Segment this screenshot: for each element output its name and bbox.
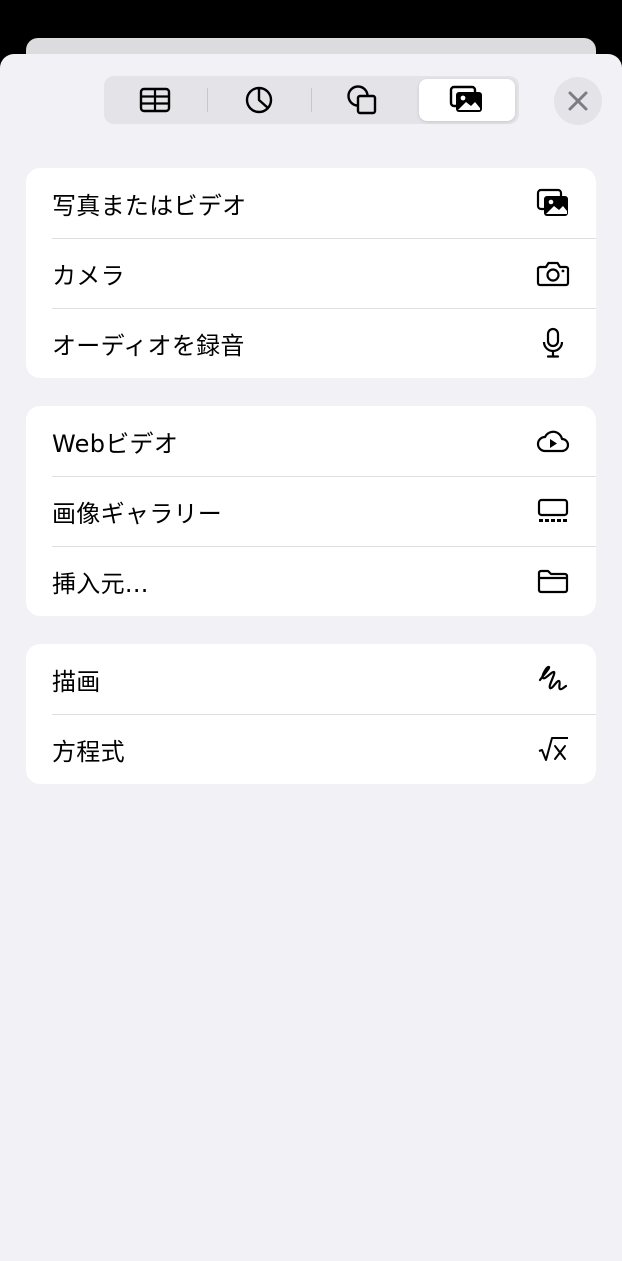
photo-or-video-item[interactable]: 写真またはビデオ [26,168,596,238]
segment-media[interactable] [419,79,515,121]
camera-item[interactable]: カメラ [26,238,596,308]
drawing-label: 描画 [52,667,101,696]
drawing-group: 描画 方程式 [26,644,596,784]
equation-label: 方程式 [52,737,125,766]
insert-sheet: 写真またはビデオ カメラ オーディオを録音 Webビデオ 画像ギャラリー 挿入元… [0,54,622,1261]
image-gallery-item[interactable]: 画像ギャラリー [26,476,596,546]
folder-icon [536,564,570,598]
insert-from-item[interactable]: 挿入元... [26,546,596,616]
segment-shape[interactable] [315,79,411,121]
cloud-play-icon [536,424,570,458]
gallery-icon [536,494,570,528]
camera-label: カメラ [52,261,125,290]
segment-table[interactable] [107,79,203,121]
table-icon [138,86,172,114]
camera-icon [536,256,570,290]
segment-chart[interactable] [211,79,307,121]
close-button[interactable] [554,77,602,125]
web-media-group: Webビデオ 画像ギャラリー 挿入元... [26,406,596,616]
image-gallery-label: 画像ギャラリー [52,499,223,528]
segment-divider [311,88,312,112]
chart-icon [243,84,275,116]
shape-icon [346,84,380,116]
square-root-icon [536,732,570,766]
insert-type-segmented-control [104,76,519,124]
close-icon [567,90,589,112]
web-video-item[interactable]: Webビデオ [26,406,596,476]
equation-item[interactable]: 方程式 [26,714,596,784]
photo-stack-icon [536,186,570,220]
photo-or-video-label: 写真またはビデオ [52,191,247,220]
microphone-icon [536,326,570,360]
record-audio-item[interactable]: オーディオを録音 [26,308,596,378]
insert-from-label: 挿入元... [52,569,149,598]
web-video-label: Webビデオ [52,429,179,458]
record-audio-label: オーディオを録音 [52,331,245,360]
drawing-item[interactable]: 描画 [26,644,596,714]
segment-divider [207,88,208,112]
media-icon [449,85,485,115]
scribble-icon [536,662,570,696]
media-group: 写真またはビデオ カメラ オーディオを録音 [26,168,596,378]
